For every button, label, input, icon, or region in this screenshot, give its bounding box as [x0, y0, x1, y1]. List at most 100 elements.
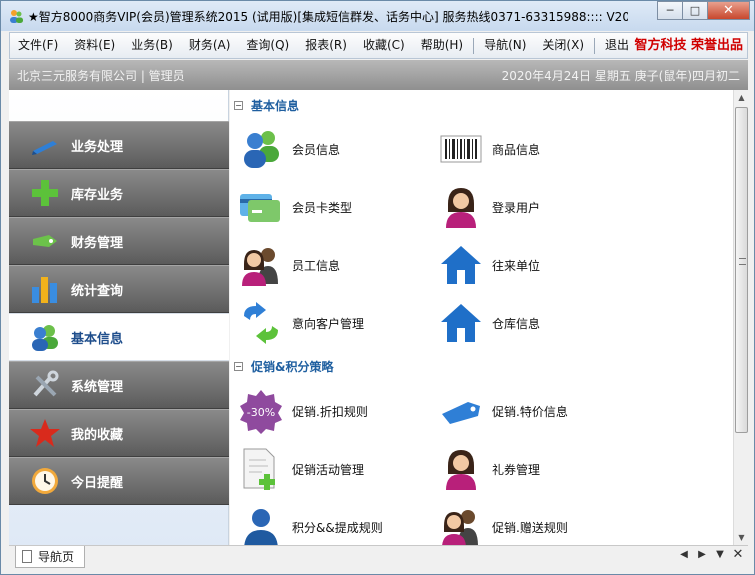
tile-label: 会员信息 [292, 142, 341, 157]
vertical-scrollbar[interactable]: ▲ ▼ [733, 90, 748, 545]
barcode-icon [440, 135, 482, 163]
sidebar-item-label: 系统管理 [71, 379, 124, 395]
tile-label: 会员卡类型 [292, 200, 353, 215]
tools-icon [33, 370, 59, 397]
members-icon [244, 131, 279, 168]
sidebar-item-business[interactable]: 业务处理 [9, 121, 229, 169]
sidebar-item-finance[interactable]: 财务管理 [9, 217, 229, 265]
section-basic-info-header[interactable]: − 基本信息 [234, 97, 299, 114]
sidebar-item-basic-info[interactable]: 基本信息 [9, 313, 229, 361]
tab-prev-icon[interactable]: ◀ [678, 549, 690, 562]
tile-label: 登录用户 [492, 200, 541, 215]
menu-business[interactable]: 业务(B) [123, 33, 181, 58]
tile-staff-info[interactable]: 员工信息 [238, 240, 438, 290]
tile-voucher-management[interactable]: 礼券管理 [438, 444, 638, 494]
maximize-button[interactable]: □ [682, 1, 708, 20]
section-promotion-header[interactable]: − 促销&积分策略 [234, 358, 333, 375]
tab-next-icon[interactable]: ▶ [696, 549, 708, 562]
tile-gift-rules[interactable]: 促销.赠送规则 [438, 502, 638, 545]
users-icon [32, 325, 58, 351]
close-button[interactable]: ✕ [707, 1, 750, 20]
title-bar[interactable]: ★智方8000商务VIP(会员)管理系统2015 (试用版)[集成短信群发、话务… [1, 1, 754, 31]
sidebar-item-system[interactable]: 系统管理 [9, 361, 229, 409]
sidebar-item-statistics[interactable]: 统计查询 [9, 265, 229, 313]
status-bar: 导航页 ◀ ▶ ▼ ✕ [9, 545, 748, 569]
sidebar-item-label: 统计查询 [71, 283, 124, 299]
staff-icon [442, 510, 478, 545]
tab-close-icon[interactable]: ✕ [732, 547, 744, 562]
scroll-up-arrow-icon[interactable]: ▲ [734, 90, 749, 105]
scroll-down-arrow-icon[interactable]: ▼ [734, 530, 749, 545]
menu-navigate[interactable]: 导航(N) [476, 33, 534, 58]
brand-text: 智方科技 荣誉出品 [634, 38, 743, 53]
sidebar-item-label: 基本信息 [71, 331, 124, 347]
section-title: 基本信息 [251, 99, 300, 113]
tab-navigation-page[interactable]: 导航页 [15, 546, 86, 568]
menu-separator [594, 37, 596, 54]
sidebar-item-label: 财务管理 [71, 235, 124, 251]
window-title: ★智方8000商务VIP(会员)管理系统2015 (试用版)[集成短信群发、话务… [28, 9, 628, 24]
tile-label: 礼券管理 [492, 462, 541, 477]
tile-discount-rules[interactable]: -30% 促销.折扣规则 [238, 386, 438, 436]
tile-points-commission[interactable]: 积分&&提成规则 [238, 502, 438, 545]
female-user-icon [446, 450, 476, 490]
sidebar-item-label: 业务处理 [71, 139, 124, 155]
section-title: 促销&积分策略 [251, 360, 334, 374]
sidebar-item-favorites[interactable]: 我的收藏 [9, 409, 229, 457]
cards-icon [240, 194, 280, 222]
minimize-button[interactable]: ─ [657, 1, 683, 20]
menu-bar: 文件(F) 资料(E) 业务(B) 财务(A) 查询(Q) 报表(R) 收藏(C… [9, 32, 748, 59]
sidebar-item-reminders[interactable]: 今日提醒 [9, 457, 229, 505]
menu-close[interactable]: 关闭(X) [534, 33, 592, 58]
tab-navigation-controls: ◀ ▶ ▼ ✕ [678, 547, 744, 562]
menu-query[interactable]: 查询(Q) [238, 33, 297, 58]
house-icon [441, 304, 481, 342]
info-bar: 北京三元服务有限公司 | 管理员 2020年4月24日 星期五 庚子(鼠年)四月… [9, 60, 748, 90]
collapse-toggle[interactable]: − [234, 101, 243, 110]
staff-icon [242, 248, 278, 286]
collapse-toggle[interactable]: − [234, 362, 243, 371]
tile-product-info[interactable]: 商品信息 [438, 124, 638, 174]
female-user-icon [446, 188, 476, 228]
discount-badge-icon: -30% [240, 390, 282, 434]
star-icon [30, 419, 60, 447]
exchange-arrows-icon [244, 302, 278, 344]
document-icon [22, 550, 32, 563]
menu-help[interactable]: 帮助(H) [413, 33, 471, 58]
house-icon [441, 246, 481, 284]
tab-list-icon[interactable]: ▼ [714, 549, 726, 562]
bar-chart-icon [32, 277, 57, 303]
scroll-thumb[interactable] [735, 107, 748, 433]
window-controls: ─ □ ✕ [657, 1, 750, 20]
menu-favorites[interactable]: 收藏(C) [355, 33, 413, 58]
discount-badge-text: -30% [247, 406, 275, 419]
menu-exit[interactable]: 退出 [597, 33, 637, 58]
tile-warehouse-info[interactable]: 仓库信息 [438, 298, 638, 348]
price-tag-icon [442, 402, 480, 424]
tile-label: 往来单位 [492, 258, 541, 273]
tab-label: 导航页 [38, 550, 75, 564]
company-user: 北京三元服务有限公司 | 管理员 [17, 68, 185, 83]
menu-report[interactable]: 报表(R) [297, 33, 355, 58]
tile-label: 促销活动管理 [292, 462, 365, 477]
tile-prospect-customers[interactable]: 意向客户管理 [238, 298, 438, 348]
tile-promotion-events[interactable]: 促销活动管理 [238, 444, 438, 494]
menu-file[interactable]: 文件(F) [10, 33, 66, 58]
tile-login-user[interactable]: 登录用户 [438, 182, 638, 232]
menu-finance[interactable]: 财务(A) [181, 33, 239, 58]
tile-special-price[interactable]: 促销.特价信息 [438, 386, 638, 436]
sidebar: 业务处理 库存业务 财务管理 统计查询 基本信息 系统管理 我的收藏 今日提醒 [9, 90, 229, 545]
tile-label: 积分&&提成规则 [292, 520, 383, 535]
tile-label: 意向客户管理 [292, 316, 365, 331]
sidebar-item-label: 今日提醒 [71, 475, 124, 491]
sidebar-item-inventory[interactable]: 库存业务 [9, 169, 229, 217]
tile-partners[interactable]: 往来单位 [438, 240, 638, 290]
menu-data[interactable]: 资料(E) [66, 33, 123, 58]
date-display: 2020年4月24日 星期五 庚子(鼠年)四月初二 [501, 68, 740, 83]
clock-icon [32, 468, 58, 494]
tile-member-info[interactable]: 会员信息 [238, 124, 438, 174]
grip-icon [739, 258, 746, 265]
tile-label: 仓库信息 [492, 316, 541, 331]
tile-card-type[interactable]: 会员卡类型 [238, 182, 438, 232]
app-users-icon [10, 10, 23, 23]
